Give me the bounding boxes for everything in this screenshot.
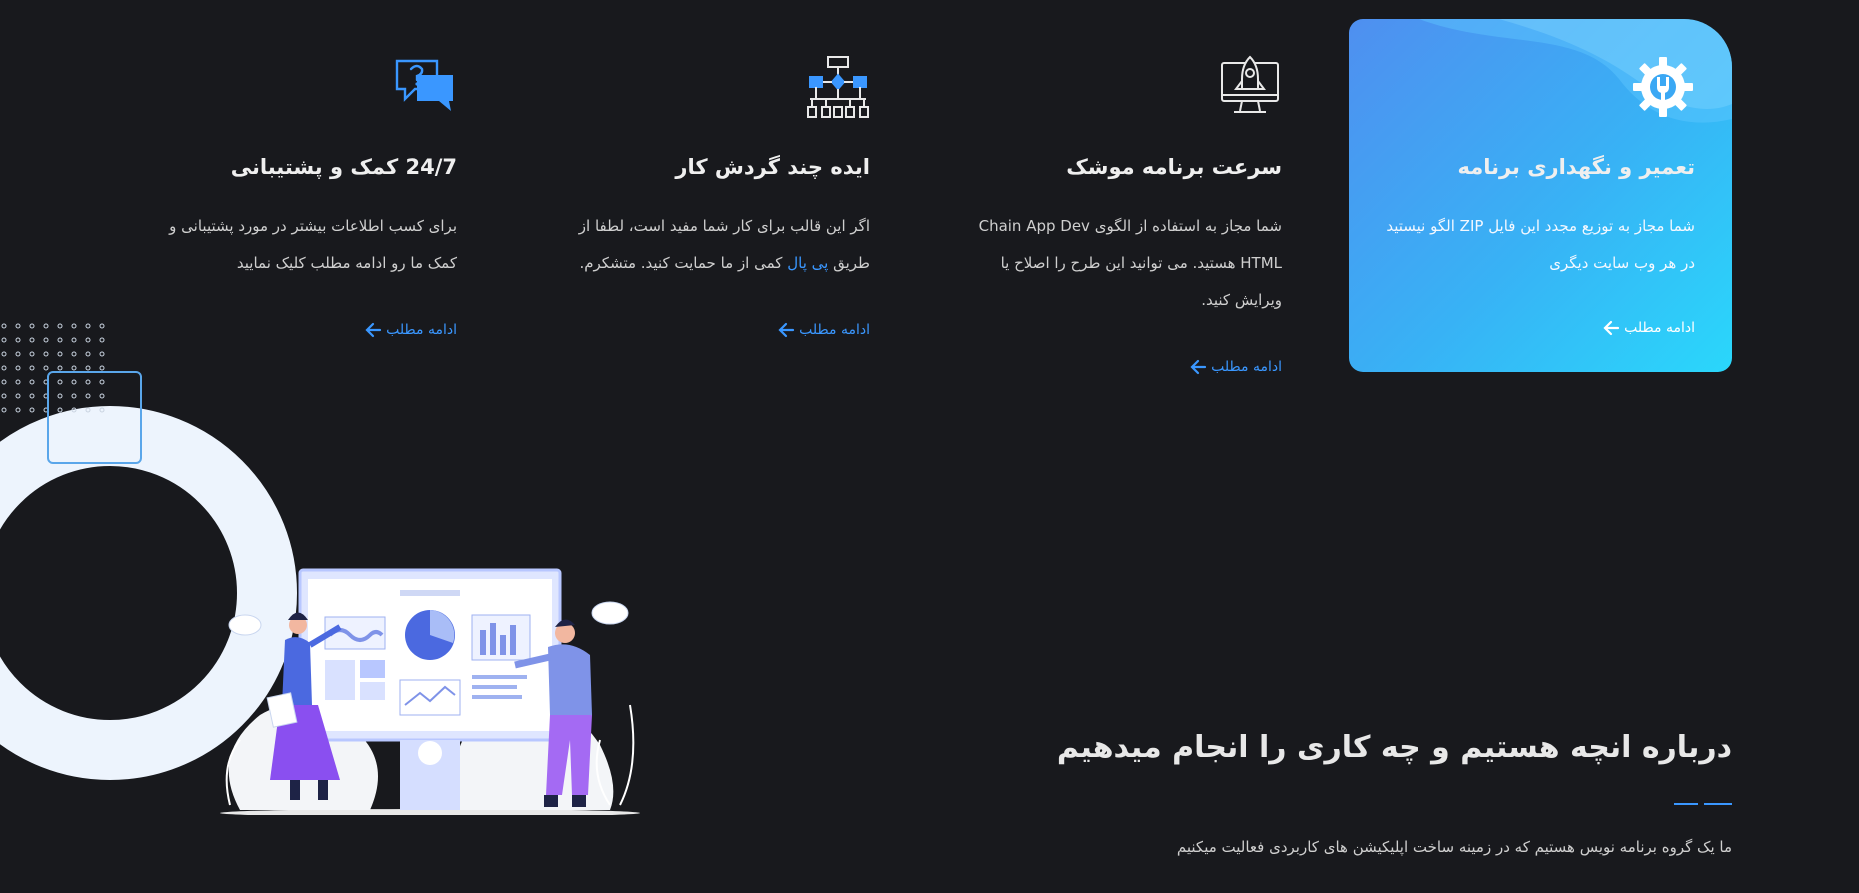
title-underline-decoration	[1674, 803, 1732, 805]
read-more-link[interactable]: ادامه مطلب	[777, 322, 870, 338]
paypal-link[interactable]: پی پال	[787, 254, 828, 272]
read-more-label: ادامه مطلب	[386, 322, 457, 338]
arrow-left-icon	[1190, 359, 1207, 375]
decorative-frame	[47, 371, 142, 464]
card-title: ایده چند گردش کار	[675, 155, 870, 179]
about-subtitle: ما یک گروه برنامه نویس هستیم که در زمینه…	[1176, 838, 1732, 856]
read-more-label: ادامه مطلب	[1211, 359, 1282, 375]
service-card-rocket[interactable]: سرعت برنامه موشک شما مجاز به استفاده از …	[900, 19, 1282, 414]
gear-wrench-icon	[1631, 55, 1695, 119]
workflow-diagram-icon	[806, 55, 870, 119]
card-description: شما مجاز به توزیع مجدد این فایل ZIP الگو…	[1386, 217, 1695, 272]
read-more-label: ادامه مطلب	[799, 322, 870, 338]
service-card-workflow[interactable]: ایده چند گردش کار اگر این قالب برای کار …	[488, 19, 870, 379]
arrow-left-icon	[778, 322, 795, 338]
service-card-content: تعمیر و نگهداری برنامه شما مجاز به توزیع…	[1349, 19, 1732, 372]
team-presentation-illustration	[220, 568, 640, 815]
arrow-left-icon	[365, 322, 382, 338]
read-more-label: ادامه مطلب	[1624, 320, 1695, 336]
service-card-maintenance[interactable]: تعمیر و نگهداری برنامه شما مجاز به توزیع…	[1349, 19, 1732, 372]
card-description: برای کسب اطلاعات بیشتر در مورد پشتیبانی …	[169, 217, 457, 272]
chat-support-icon	[393, 55, 457, 119]
desc-text-after: کمی از ما حمایت کنید. متشکرم.	[579, 254, 783, 272]
card-description: اگر این قالب برای کار شما مفید است، لطفا…	[570, 208, 870, 282]
card-title: تعمیر و نگهداری برنامه	[1457, 155, 1695, 179]
rocket-monitor-icon	[1218, 55, 1282, 119]
about-title: درباره انچه هستیم و چه کاری را انجام مید…	[1056, 730, 1732, 765]
card-description: شما مجاز به استفاده از الگوی Chain App D…	[978, 217, 1282, 309]
read-more-link[interactable]: ادامه مطلب	[1602, 320, 1695, 336]
read-more-link[interactable]: ادامه مطلب	[364, 322, 457, 338]
service-card-support[interactable]: 24/7 کمک و پشتیبانی برای کسب اطلاعات بیش…	[75, 19, 457, 379]
arrow-left-icon	[1603, 320, 1620, 336]
read-more-link[interactable]: ادامه مطلب	[1189, 359, 1282, 375]
card-title: سرعت برنامه موشک	[1066, 155, 1282, 179]
card-title: 24/7 کمک و پشتیبانی	[230, 155, 457, 179]
